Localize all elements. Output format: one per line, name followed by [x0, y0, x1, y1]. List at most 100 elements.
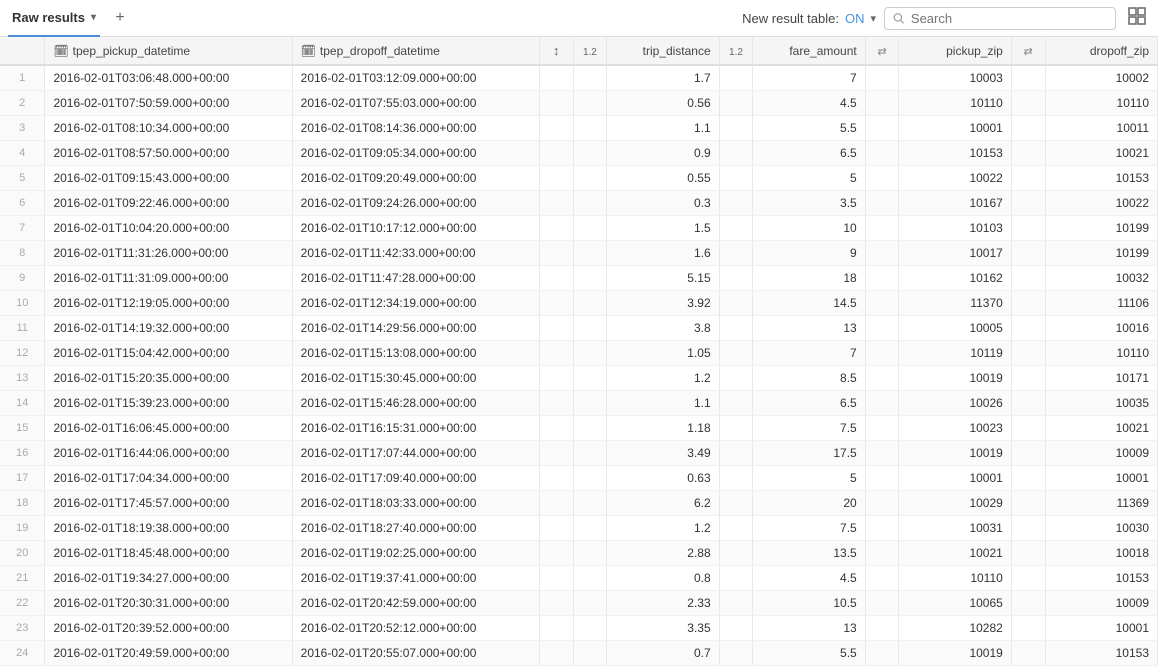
table-row: 10 2016-02-01T12:19:05.000+00:00 2016-02… [0, 291, 1158, 316]
new-result-toggle-value[interactable]: ON [845, 11, 865, 26]
cell-int-icon-a [865, 141, 899, 166]
cell-badge-12b [719, 241, 753, 266]
int-icon-b: ⇄ [1024, 46, 1033, 58]
cell-rownum: 9 [0, 266, 45, 291]
table-row: 1 2016-02-01T03:06:48.000+00:00 2016-02-… [0, 65, 1158, 91]
cell-pickup-zip: 10019 [899, 641, 1011, 666]
cell-dropoff-datetime: 2016-02-01T19:02:25.000+00:00 [292, 541, 539, 566]
cell-dropoff-zip: 10199 [1045, 241, 1157, 266]
cell-trip-distance: 3.49 [607, 441, 719, 466]
cell-int-icon-b [1011, 491, 1045, 516]
cell-pickup-datetime: 2016-02-01T20:49:59.000+00:00 [45, 641, 292, 666]
raw-results-tab[interactable]: Raw results ▾ [8, 0, 100, 37]
cell-int-icon-b [1011, 466, 1045, 491]
cell-sort-placeholder [539, 466, 573, 491]
cell-pickup-datetime: 2016-02-01T18:19:38.000+00:00 [45, 516, 292, 541]
cell-dropoff-datetime: 2016-02-01T20:42:59.000+00:00 [292, 591, 539, 616]
cell-rownum: 7 [0, 216, 45, 241]
table-row: 6 2016-02-01T09:22:46.000+00:00 2016-02-… [0, 191, 1158, 216]
cell-int-icon-b [1011, 566, 1045, 591]
cell-pickup-zip: 10167 [899, 191, 1011, 216]
toggle-chevron-icon[interactable]: ▾ [870, 12, 876, 25]
cell-trip-distance: 0.63 [607, 466, 719, 491]
cell-int-icon-b [1011, 441, 1045, 466]
col-header-pickup-zip[interactable]: pickup_zip [899, 37, 1011, 65]
cell-int-icon-a [865, 641, 899, 666]
cell-trip-distance: 0.9 [607, 141, 719, 166]
cell-dropoff-datetime: 2016-02-01T09:20:49.000+00:00 [292, 166, 539, 191]
cell-rownum: 23 [0, 616, 45, 641]
cell-dropoff-zip: 10030 [1045, 516, 1157, 541]
cell-dropoff-datetime: 2016-02-01T11:47:28.000+00:00 [292, 266, 539, 291]
cell-pickup-zip: 10001 [899, 116, 1011, 141]
cell-dropoff-datetime: 2016-02-01T12:34:19.000+00:00 [292, 291, 539, 316]
calendar-icon-pickup: 🗓 [53, 44, 68, 58]
cell-int-icon-a [865, 491, 899, 516]
cell-dropoff-datetime: 2016-02-01T09:05:34.000+00:00 [292, 141, 539, 166]
add-tab-button[interactable]: + [108, 6, 132, 30]
cell-trip-distance: 1.05 [607, 341, 719, 366]
table-row: 17 2016-02-01T17:04:34.000+00:00 2016-02… [0, 466, 1158, 491]
col-header-rownum [0, 37, 45, 65]
cell-rownum: 18 [0, 491, 45, 516]
col-header-pickup-datetime[interactable]: 🗓 tpep_pickup_datetime [45, 37, 292, 65]
cell-dropoff-zip: 10032 [1045, 266, 1157, 291]
col-header-dropoff-datetime[interactable]: 🗓 tpep_dropoff_datetime [292, 37, 539, 65]
cell-int-icon-a [865, 191, 899, 216]
cell-sort-placeholder [539, 141, 573, 166]
cell-pickup-datetime: 2016-02-01T03:06:48.000+00:00 [45, 65, 292, 91]
cell-rownum: 13 [0, 366, 45, 391]
cell-badge-12a [573, 291, 607, 316]
cell-badge-12b [719, 616, 753, 641]
cell-rownum: 19 [0, 516, 45, 541]
cell-dropoff-zip: 11106 [1045, 291, 1157, 316]
cell-badge-12a [573, 141, 607, 166]
cell-sort-placeholder [539, 341, 573, 366]
cell-trip-distance: 1.6 [607, 241, 719, 266]
cell-trip-distance: 6.2 [607, 491, 719, 516]
cell-fare-amount: 17.5 [753, 441, 865, 466]
cell-dropoff-datetime: 2016-02-01T08:14:36.000+00:00 [292, 116, 539, 141]
cell-badge-12b [719, 166, 753, 191]
cell-badge-12b [719, 566, 753, 591]
cell-pickup-zip: 10005 [899, 316, 1011, 341]
cell-pickup-datetime: 2016-02-01T17:04:34.000+00:00 [45, 466, 292, 491]
cell-fare-amount: 5 [753, 166, 865, 191]
cell-pickup-zip: 10001 [899, 466, 1011, 491]
calendar-icon-dropoff: 🗓 [301, 44, 316, 58]
cell-int-icon-a [865, 116, 899, 141]
cell-fare-amount: 13 [753, 616, 865, 641]
cell-sort-placeholder [539, 541, 573, 566]
cell-badge-12b [719, 591, 753, 616]
search-box[interactable] [884, 7, 1116, 30]
cell-rownum: 5 [0, 166, 45, 191]
cell-badge-12a [573, 541, 607, 566]
cell-badge-12b [719, 191, 753, 216]
search-icon [893, 12, 905, 25]
cell-int-icon-b [1011, 416, 1045, 441]
cell-dropoff-datetime: 2016-02-01T09:24:26.000+00:00 [292, 191, 539, 216]
cell-badge-12a [573, 516, 607, 541]
cell-dropoff-zip: 10018 [1045, 541, 1157, 566]
cell-pickup-zip: 10003 [899, 65, 1011, 91]
col-header-int-icon-a: ⇄ [865, 37, 899, 65]
cell-rownum: 6 [0, 191, 45, 216]
search-input[interactable] [911, 11, 1107, 26]
col-header-trip-distance[interactable]: trip_distance [607, 37, 719, 65]
cell-dropoff-datetime: 2016-02-01T03:12:09.000+00:00 [292, 65, 539, 91]
cell-dropoff-datetime: 2016-02-01T18:03:33.000+00:00 [292, 491, 539, 516]
cell-fare-amount: 9 [753, 241, 865, 266]
table-row: 22 2016-02-01T20:30:31.000+00:00 2016-02… [0, 591, 1158, 616]
expand-icon[interactable] [1124, 5, 1150, 32]
table-row: 24 2016-02-01T20:49:59.000+00:00 2016-02… [0, 641, 1158, 666]
cell-fare-amount: 3.5 [753, 191, 865, 216]
col-header-sort[interactable]: ↕ [539, 37, 573, 65]
cell-dropoff-zip: 10110 [1045, 341, 1157, 366]
cell-trip-distance: 1.2 [607, 516, 719, 541]
cell-sort-placeholder [539, 441, 573, 466]
col-header-fare-amount[interactable]: fare_amount [753, 37, 865, 65]
top-bar: Raw results ▾ + New result table: ON ▾ [0, 0, 1158, 37]
cell-dropoff-zip: 10199 [1045, 216, 1157, 241]
cell-int-icon-b [1011, 341, 1045, 366]
col-header-dropoff-zip[interactable]: dropoff_zip [1045, 37, 1157, 65]
